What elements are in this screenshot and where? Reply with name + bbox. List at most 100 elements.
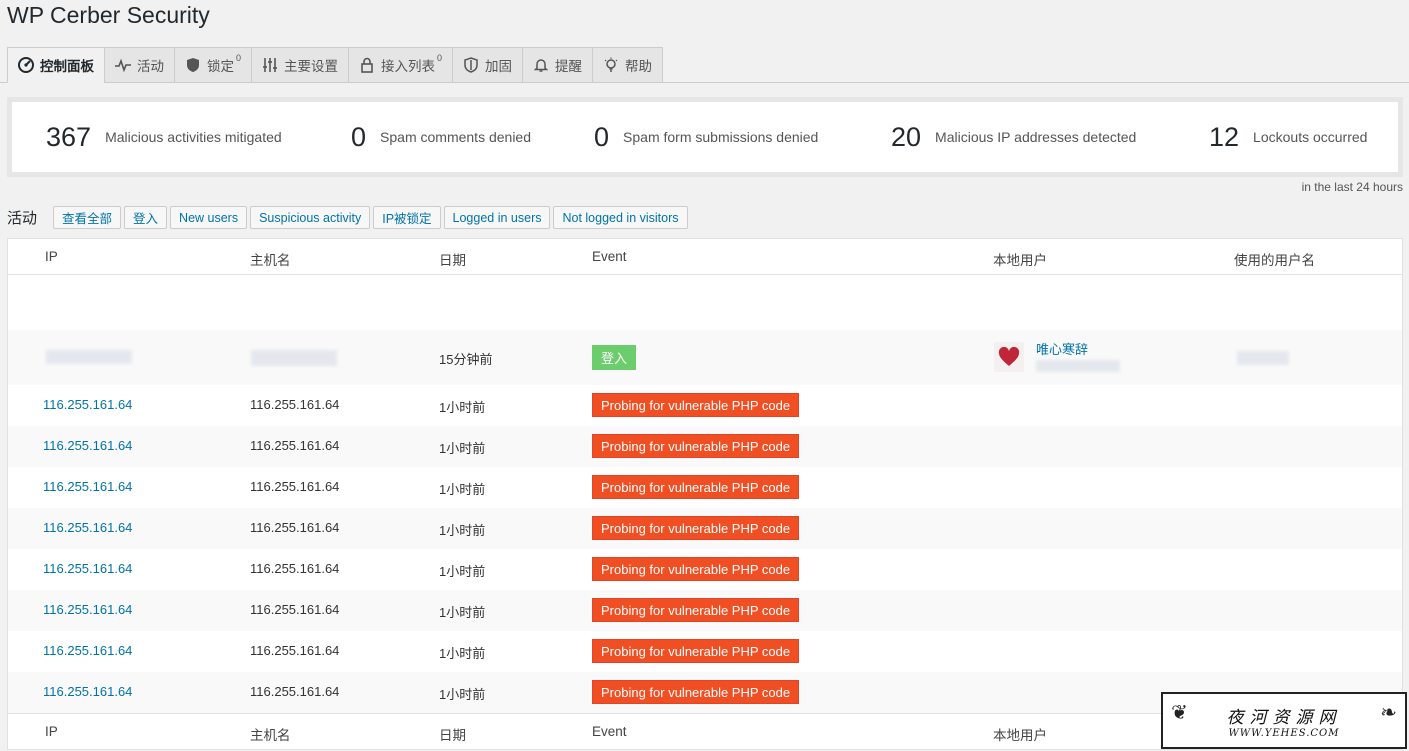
filter-not-logged-in[interactable]: Not logged in visitors [553,206,688,229]
row-hostname: 116.255.161.64 [250,479,340,494]
tab-label: 帮助 [625,59,653,74]
column-header-hostname[interactable]: 主机名 [250,249,291,269]
tab-bar: 控制面板 活动 锁定 0 主要设置 接入列表 0 加固 提醒 帮助 [7,47,664,83]
column-header-date[interactable]: 日期 [439,249,466,269]
tab-access-list[interactable]: 接入列表 0 [348,47,453,83]
bell-icon [533,57,549,73]
filter-new-users[interactable]: New users [170,206,248,229]
table-row[interactable]: 116.255.161.64 116.255.161.64 1小时前 Probing … [8,467,1402,508]
tab-main-settings[interactable]: 主要设置 [251,47,349,83]
sliders-icon [262,57,278,73]
stats-period-note: in the last 24 hours [1301,180,1403,194]
ip-link[interactable]: 116.255.161.64 [43,438,132,453]
event-badge-login: 登入 [592,345,637,370]
table-row[interactable]: 116.255.161.64 116.255.161.64 1小时前 Probing … [8,385,1402,426]
column-footer-date[interactable]: 日期 [439,724,466,744]
row-date: 1小时前 [439,564,486,579]
tab-label: 主要设置 [284,59,339,74]
row-date: 1小时前 [439,441,486,456]
stat-value: 0 [351,121,367,152]
column-footer-event[interactable]: Event [592,724,627,739]
ip-link[interactable]: 116.255.161.64 [43,643,132,658]
stat-spam-comments[interactable]: 0 Spam comments denied [351,102,531,172]
ornament-icon: ❧ [1380,702,1397,724]
stat-label: Lockouts occurred [1253,129,1368,145]
stat-malicious-ips[interactable]: 20 Malicious IP addresses detected [891,102,1136,172]
user-link[interactable]: 唯心寒辞 [1036,339,1088,358]
table-header: IP 主机名 日期 Event 本地用户 使用的用户名 [8,239,1402,275]
activity-table: IP 主机名 日期 Event 本地用户 使用的用户名 15分钟前 登入 唯心寒… [7,238,1403,750]
row-date: 1小时前 [439,646,486,661]
tab-help[interactable]: 帮助 [592,47,664,83]
tab-label: 活动 [137,59,164,74]
table-row[interactable]: 116.255.161.64 116.255.161.64 1小时前 Probing … [8,508,1402,549]
column-header-username[interactable]: 使用的用户名 [1234,249,1315,269]
redacted-ip [46,350,132,364]
row-hostname: 116.255.161.64 [250,438,340,453]
filter-login[interactable]: 登入 [124,206,168,229]
event-badge-probing: Probing for vulnerable PHP code [592,434,800,458]
event-badge-probing: Probing for vulnerable PHP code [592,680,800,704]
stat-malicious-activities[interactable]: 367 Malicious activities mitigated [46,102,282,172]
filter-suspicious[interactable]: Suspicious activity [250,206,371,229]
column-header-local-user[interactable]: 本地用户 [993,249,1047,269]
filter-ip-locked[interactable]: IP被锁定 [373,206,441,229]
stat-label: Spam form submissions denied [623,129,819,145]
event-badge-probing: Probing for vulnerable PHP code [592,516,800,540]
ornament-icon: ❦ [1171,702,1188,724]
filter-logged-in[interactable]: Logged in users [443,206,551,229]
shield-outline-icon [463,57,479,73]
tab-hardening[interactable]: 加固 [452,47,523,83]
stat-lockouts[interactable]: 12 Lockouts occurred [1209,102,1367,172]
column-footer-local-user[interactable]: 本地用户 [993,724,1047,744]
lock-icon [359,57,375,73]
stat-label: Malicious activities mitigated [105,129,282,145]
access-list-count: 0 [437,53,443,63]
table-row[interactable]: 116.255.161.64 116.255.161.64 1小时前 Probing … [8,590,1402,631]
row-hostname: 116.255.161.64 [250,602,340,617]
ip-link[interactable]: 116.255.161.64 [43,561,132,576]
tab-label: 锁定 [207,59,234,74]
row-hostname: 116.255.161.64 [250,684,340,699]
row-hostname: 116.255.161.64 [250,397,340,412]
dashboard-icon [18,57,34,73]
ip-link[interactable]: 116.255.161.64 [43,520,132,535]
avatar [994,342,1024,372]
tab-label: 提醒 [555,59,583,74]
event-badge-probing: Probing for vulnerable PHP code [592,598,800,622]
filter-view-all[interactable]: 查看全部 [53,206,122,229]
lightbulb-icon [603,57,619,73]
table-row[interactable]: 116.255.161.64 116.255.161.64 1小时前 Probing … [8,631,1402,672]
row-date: 1小时前 [439,687,486,702]
table-row[interactable]: 116.255.161.64 116.255.161.64 1小时前 Probing … [8,426,1402,467]
column-header-ip[interactable]: IP [45,249,58,264]
row-date: 15分钟前 [439,352,493,367]
tab-activity[interactable]: 活动 [104,47,174,83]
stat-spam-forms[interactable]: 0 Spam form submissions denied [594,102,818,172]
ip-link[interactable]: 116.255.161.64 [43,397,132,412]
watermark-text: 夜河资源网 [1226,707,1342,728]
tab-label: 接入列表 [381,59,436,74]
event-badge-probing: Probing for vulnerable PHP code [592,639,800,663]
ip-link[interactable]: 116.255.161.64 [43,602,132,617]
column-header-event[interactable]: Event [592,249,627,264]
table-row[interactable]: 116.255.161.64 116.255.161.64 1小时前 Probing … [8,549,1402,590]
site-watermark: ❦ ❧ 夜河资源网 WWW.YEHES.COM [1161,692,1407,749]
column-footer-ip[interactable]: IP [45,724,58,739]
row-date: 1小时前 [439,482,486,497]
page-title: WP Cerber Security [7,2,210,28]
redacted-user-email [1036,360,1120,372]
tab-dashboard[interactable]: 控制面板 [7,47,104,83]
event-badge-probing: Probing for vulnerable PHP code [592,475,800,499]
row-date: 1小时前 [439,605,486,620]
redacted-hostname [251,350,337,366]
event-badge-probing: Probing for vulnerable PHP code [592,393,800,417]
ip-link[interactable]: 116.255.161.64 [43,684,132,699]
column-footer-hostname[interactable]: 主机名 [250,724,291,744]
tab-notifications[interactable]: 提醒 [522,47,593,83]
tab-lockouts[interactable]: 锁定 0 [174,47,252,83]
watermark-url: WWW.YEHES.COM [1228,727,1340,739]
table-row[interactable]: 15分钟前 登入 唯心寒辞 [8,330,1402,385]
ip-link[interactable]: 116.255.161.64 [43,479,132,494]
stat-value: 0 [594,121,610,152]
